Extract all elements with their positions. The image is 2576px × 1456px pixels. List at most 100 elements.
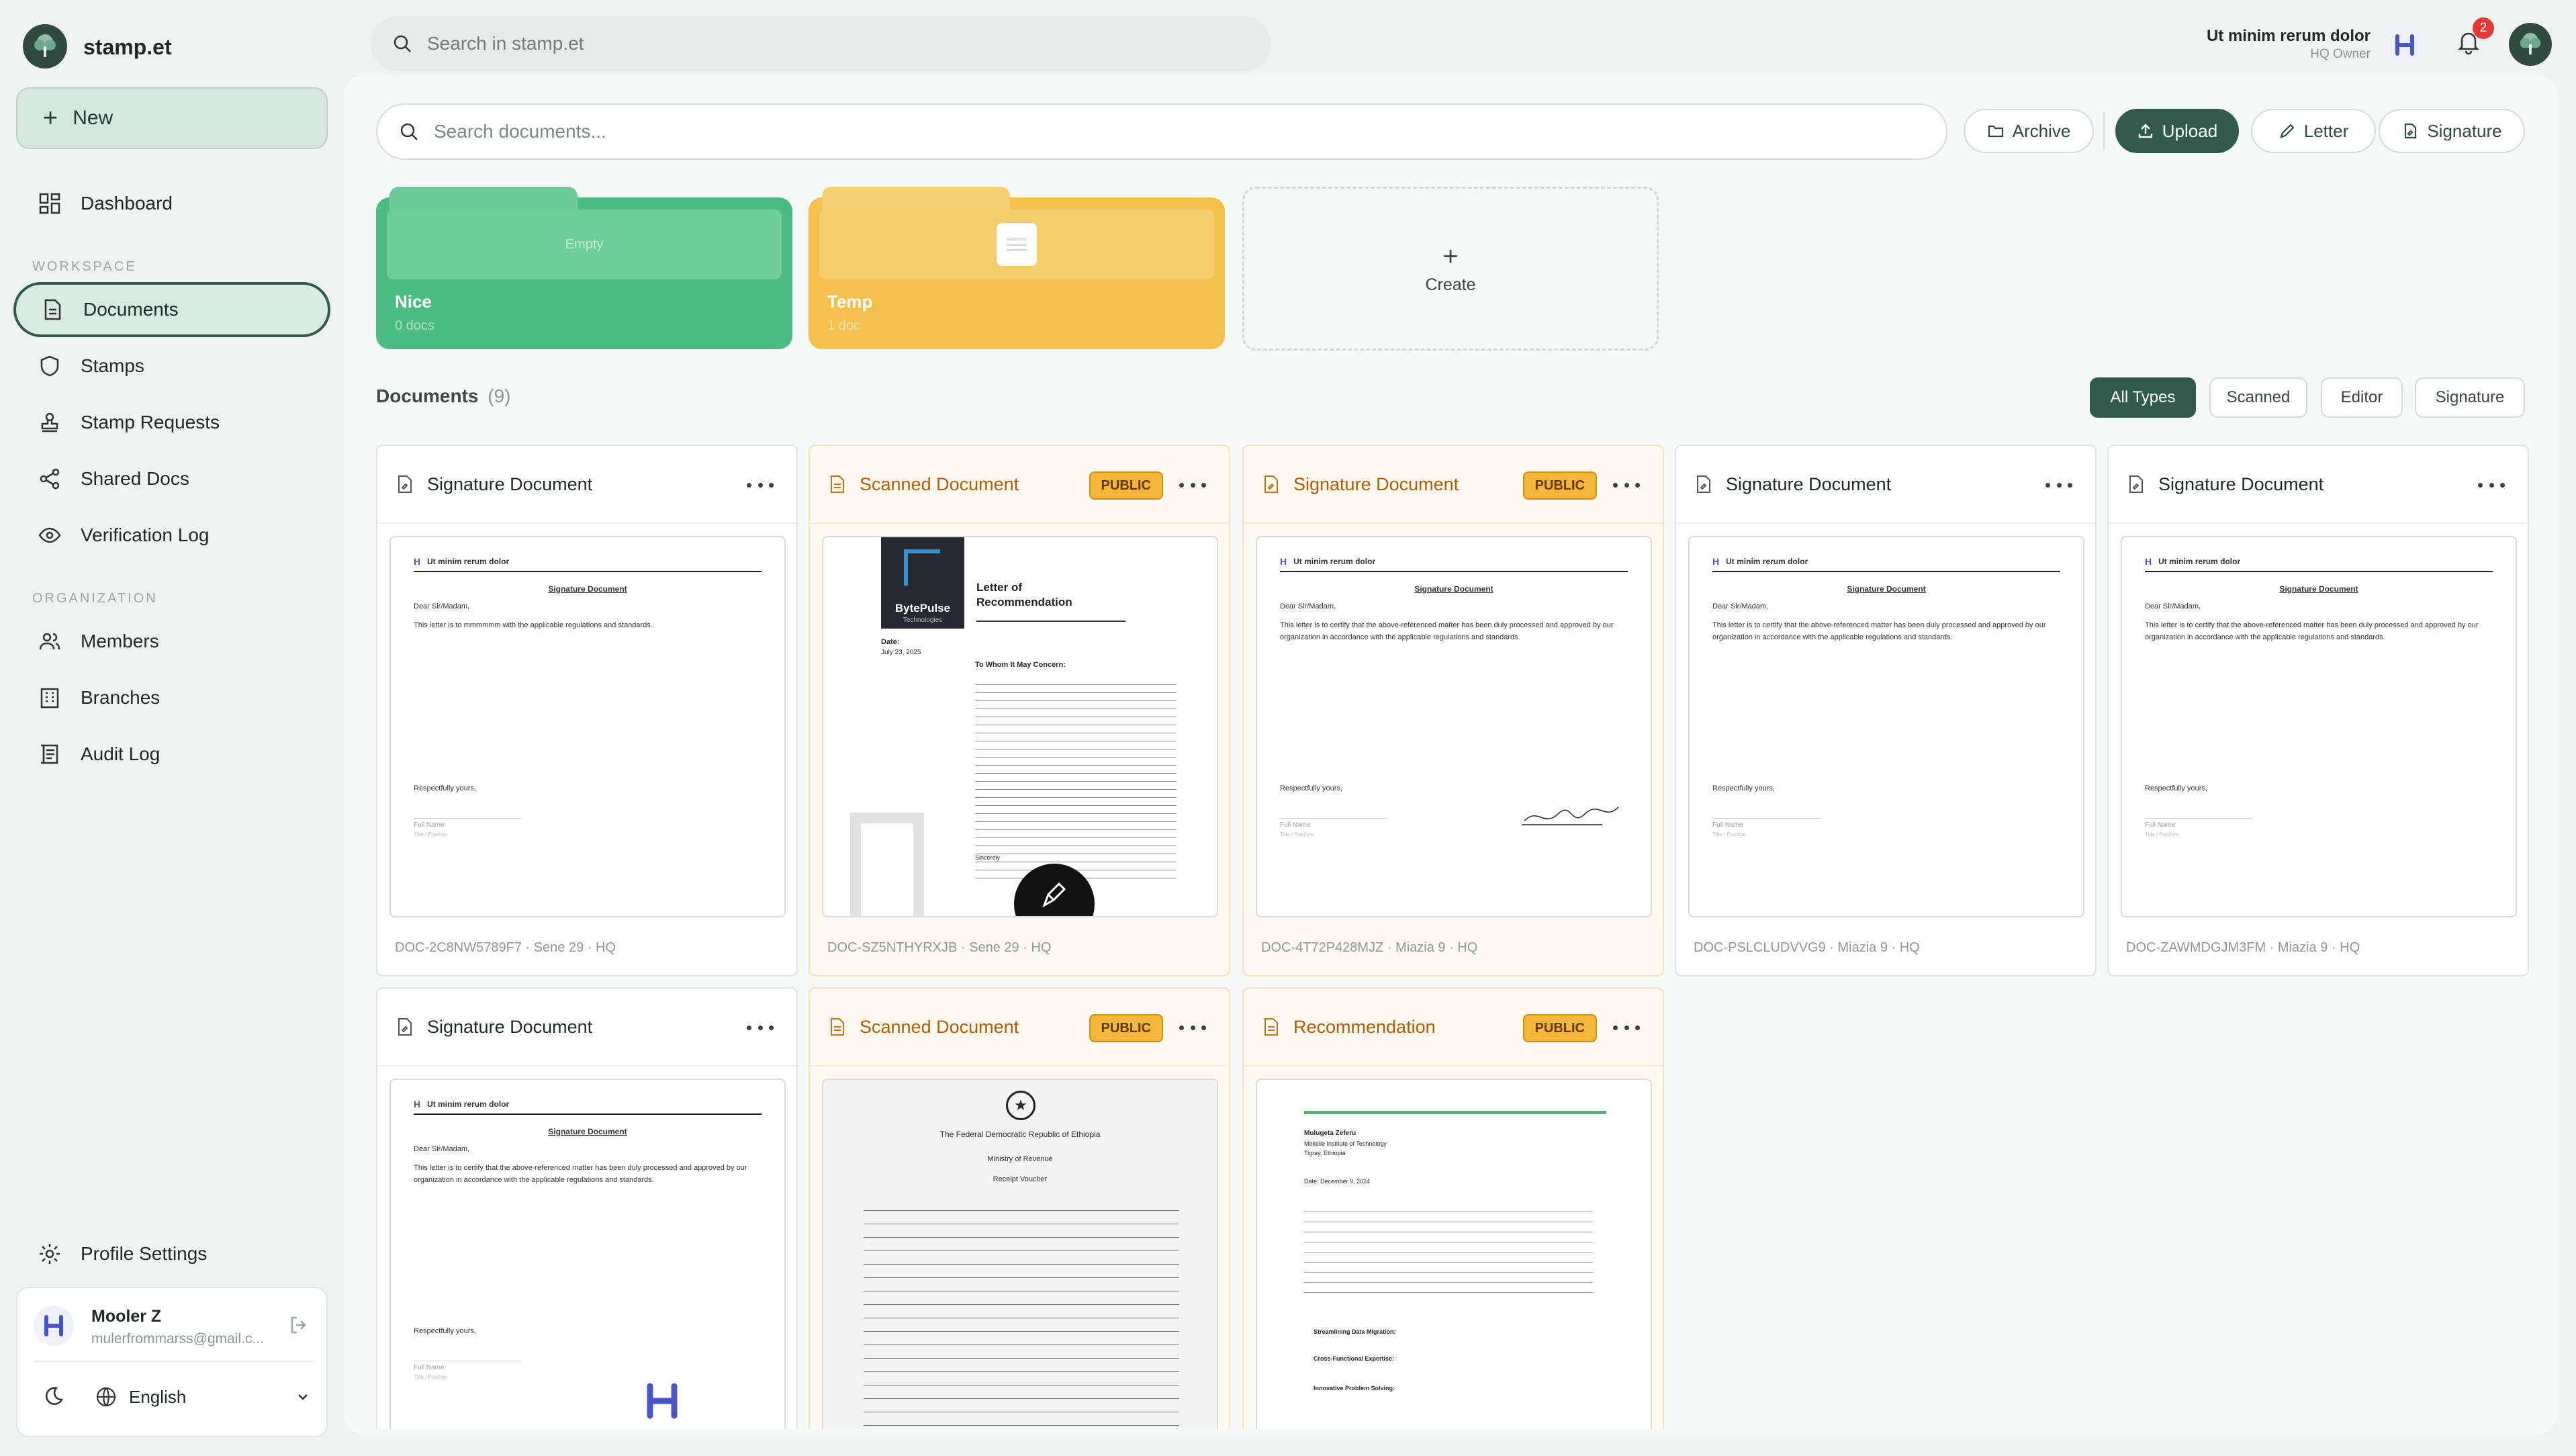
archive-button[interactable]: Archive (1964, 109, 2094, 153)
filter-label: Signature (2435, 388, 2505, 406)
folder-empty-label: Empty (565, 236, 604, 252)
language-select[interactable]: English (95, 1379, 317, 1414)
sidebar-item-label: Branches (81, 687, 160, 708)
folder-nice[interactable]: Empty Nice 0 docs (376, 187, 792, 349)
accent-rule (1304, 1111, 1606, 1114)
card-header: Signature Document (377, 446, 796, 524)
signature-button[interactable]: Signature (2379, 109, 2525, 153)
sidebar-item-dashboard[interactable]: Dashboard (13, 176, 330, 231)
rec-text-lines (1304, 1205, 1593, 1299)
dashboard-icon (36, 190, 63, 217)
more-options-icon[interactable] (2478, 475, 2505, 494)
create-folder-button[interactable]: + Create (1242, 187, 1659, 351)
sidebar-item-branches[interactable]: Branches (13, 670, 330, 725)
scanned-doc-icon (827, 474, 847, 494)
document-preview: H Ut minim rerum dolor Signature Document… (1688, 536, 2084, 917)
document-search-input[interactable]: Search documents... (376, 103, 1947, 160)
sidebar-item-stamp-requests[interactable]: Stamp Requests (13, 395, 330, 450)
document-card[interactable]: Signature Document PUBLIC H Ut minim reru… (1242, 445, 1664, 976)
profile-avatar[interactable] (2509, 23, 2552, 66)
preview-full-name: Full Name (414, 818, 521, 829)
document-preview: Mulugeta Zeferu Mekelle Institute of Tec… (1256, 1079, 1652, 1429)
document-card[interactable]: Signature Document H Ut minim rerum dolor… (376, 987, 798, 1429)
scanned-doc-icon (827, 1017, 847, 1037)
more-options-icon[interactable] (1613, 475, 1640, 494)
signature-label: Signature (2427, 120, 2502, 141)
logout-icon[interactable] (289, 1315, 309, 1335)
documents-title: Documents (376, 385, 479, 406)
document-card[interactable]: Scanned Document PUBLIC BytePulse Techno… (809, 445, 1230, 976)
preview-closing: Respectfully yours, (414, 784, 476, 792)
folder-name: Temp (827, 291, 873, 312)
preview-org: Ut minim rerum dolor (2158, 557, 2241, 566)
sidebar-item-label: Audit Log (81, 743, 160, 764)
user-email: mulerfrommarss@gmail.c... (91, 1331, 265, 1347)
globe-icon (95, 1386, 117, 1408)
card-title: Signature Document (1293, 473, 1459, 494)
card-footer: DOC-ZAWMDGJM3FM · Miazia 9 · HQ (2126, 940, 2360, 955)
signature-doc-icon (1694, 474, 1714, 494)
date-value: July 23, 2025 (881, 649, 921, 656)
filter-editor[interactable]: Editor (2321, 377, 2403, 418)
sidebar-item-audit-log[interactable]: Audit Log (13, 727, 330, 782)
more-options-icon[interactable] (1179, 1018, 1206, 1037)
moon-icon[interactable] (42, 1385, 64, 1408)
preview-closing: Respectfully yours, (1712, 784, 1775, 792)
sidebar-item-documents[interactable]: Documents (13, 282, 330, 337)
sidebar-item-shared-docs[interactable]: Shared Docs (13, 451, 330, 506)
preview-salutation: Dear Sir/Madam, (414, 1145, 470, 1153)
divider (34, 1361, 313, 1362)
pen-icon (2279, 122, 2296, 140)
sidebar-item-profile-settings[interactable]: Profile Settings (13, 1226, 330, 1281)
card-title: Signature Document (427, 473, 593, 494)
global-search-input[interactable]: Search in stamp.et (371, 16, 1271, 71)
more-options-icon[interactable] (747, 1018, 774, 1037)
preview-body: This letter is to certify that the above… (2145, 621, 2479, 641)
more-options-icon[interactable] (1613, 1018, 1640, 1037)
more-options-icon[interactable] (1179, 475, 1206, 494)
plus-icon: + (43, 104, 58, 132)
signature-icon (2401, 122, 2419, 140)
preview-closing: Respectfully yours, (1280, 784, 1342, 792)
preview-heading: Signature Document (2279, 584, 2358, 594)
more-options-icon[interactable] (2045, 475, 2072, 494)
letter-label: Letter (2303, 120, 2349, 141)
preview-heading: Signature Document (1414, 584, 1493, 594)
document-card[interactable]: Signature Document H Ut minim rerum dolor… (376, 445, 798, 976)
upload-label: Upload (2162, 120, 2218, 141)
document-card[interactable]: Scanned Document PUBLIC ★ The Federal De… (809, 987, 1230, 1429)
preview-heading: Signature Document (1847, 584, 1926, 594)
filter-scanned[interactable]: Scanned (2209, 377, 2307, 418)
preview-title-position: Title / Position (1712, 831, 1746, 837)
share-icon (36, 465, 63, 492)
org-logo-icon[interactable] (2384, 24, 2426, 66)
document-card[interactable]: Recommendation PUBLIC Mulugeta Zeferu Me… (1242, 987, 1664, 1429)
card-header: Signature Document (1244, 446, 1663, 524)
upload-button[interactable]: Upload (2115, 109, 2239, 153)
new-button[interactable]: + New (16, 87, 328, 149)
document-card[interactable]: Signature Document H Ut minim rerum dolor… (1675, 445, 2097, 976)
document-card[interactable]: Signature Document H Ut minim rerum dolor… (2107, 445, 2529, 976)
public-badge: PUBLIC (1522, 471, 1597, 500)
folder-name: Nice (395, 291, 432, 312)
card-title: Scanned Document (860, 473, 1019, 494)
document-preview: H Ut minim rerum dolor Signature Document… (2121, 536, 2517, 917)
filter-all-types[interactable]: All Types (2090, 377, 2196, 418)
public-badge: PUBLIC (1089, 471, 1163, 500)
filter-signature[interactable]: Signature (2415, 377, 2525, 418)
preview-body: This letter is to certify that the above… (414, 1164, 747, 1184)
sidebar-item-members[interactable]: Members (13, 614, 330, 669)
preview-title-position: Title / Position (414, 831, 447, 837)
sidebar-item-stamps[interactable]: Stamps (13, 338, 330, 394)
more-options-icon[interactable] (747, 475, 774, 494)
language-label: English (129, 1386, 187, 1407)
folder-temp[interactable]: Temp 1 doc (809, 187, 1225, 349)
sidebar-item-label: Stamp Requests (81, 412, 220, 433)
document-search-placeholder: Search documents... (434, 121, 606, 142)
preview-title-position: Title / Position (1280, 831, 1314, 837)
search-icon (399, 122, 419, 142)
toolbar-divider (2103, 111, 2105, 150)
sidebar-item-verification-log[interactable]: Verification Log (13, 508, 330, 563)
avatar[interactable] (34, 1306, 74, 1346)
letter-button[interactable]: Letter (2251, 109, 2376, 153)
